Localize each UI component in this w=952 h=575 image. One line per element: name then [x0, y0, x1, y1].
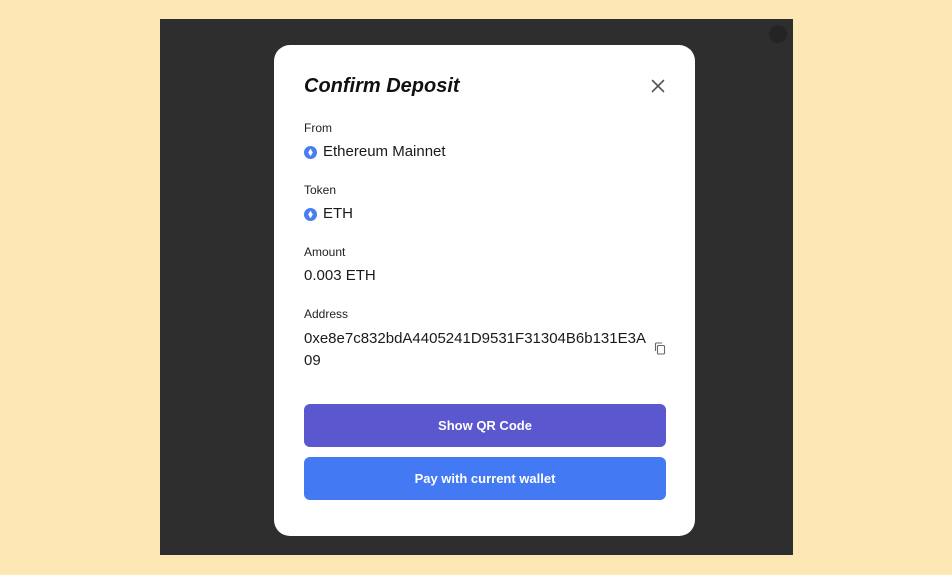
show-qr-code-button[interactable]: Show QR Code — [304, 404, 666, 447]
token-label: Token — [304, 183, 337, 197]
token-symbol-text: ETH — [323, 205, 353, 222]
copy-icon — [654, 342, 666, 355]
dialog-title: Confirm Deposit — [304, 75, 460, 97]
confirm-deposit-dialog: Confirm Deposit From Ethereum Mainnet To… — [274, 45, 695, 536]
from-network-text: Ethereum Mainnet — [323, 143, 446, 160]
ethereum-icon — [304, 207, 317, 221]
ethereum-icon — [304, 145, 317, 159]
amount-label: Amount — [304, 245, 346, 259]
from-label: From — [304, 121, 332, 135]
address-label: Address — [304, 307, 349, 321]
token-value: ETH — [304, 205, 353, 223]
amount-value: 0.003 ETH — [304, 267, 376, 284]
close-icon — [651, 79, 665, 93]
address-value: 0xe8e7c832bdA4405241D9531F31304B6b131E3A… — [304, 330, 646, 369]
from-value: Ethereum Mainnet — [304, 143, 446, 161]
pay-with-wallet-button[interactable]: Pay with current wallet — [304, 457, 666, 500]
close-button[interactable] — [650, 78, 666, 94]
copy-button[interactable] — [654, 342, 666, 355]
circle-icon — [769, 25, 787, 43]
